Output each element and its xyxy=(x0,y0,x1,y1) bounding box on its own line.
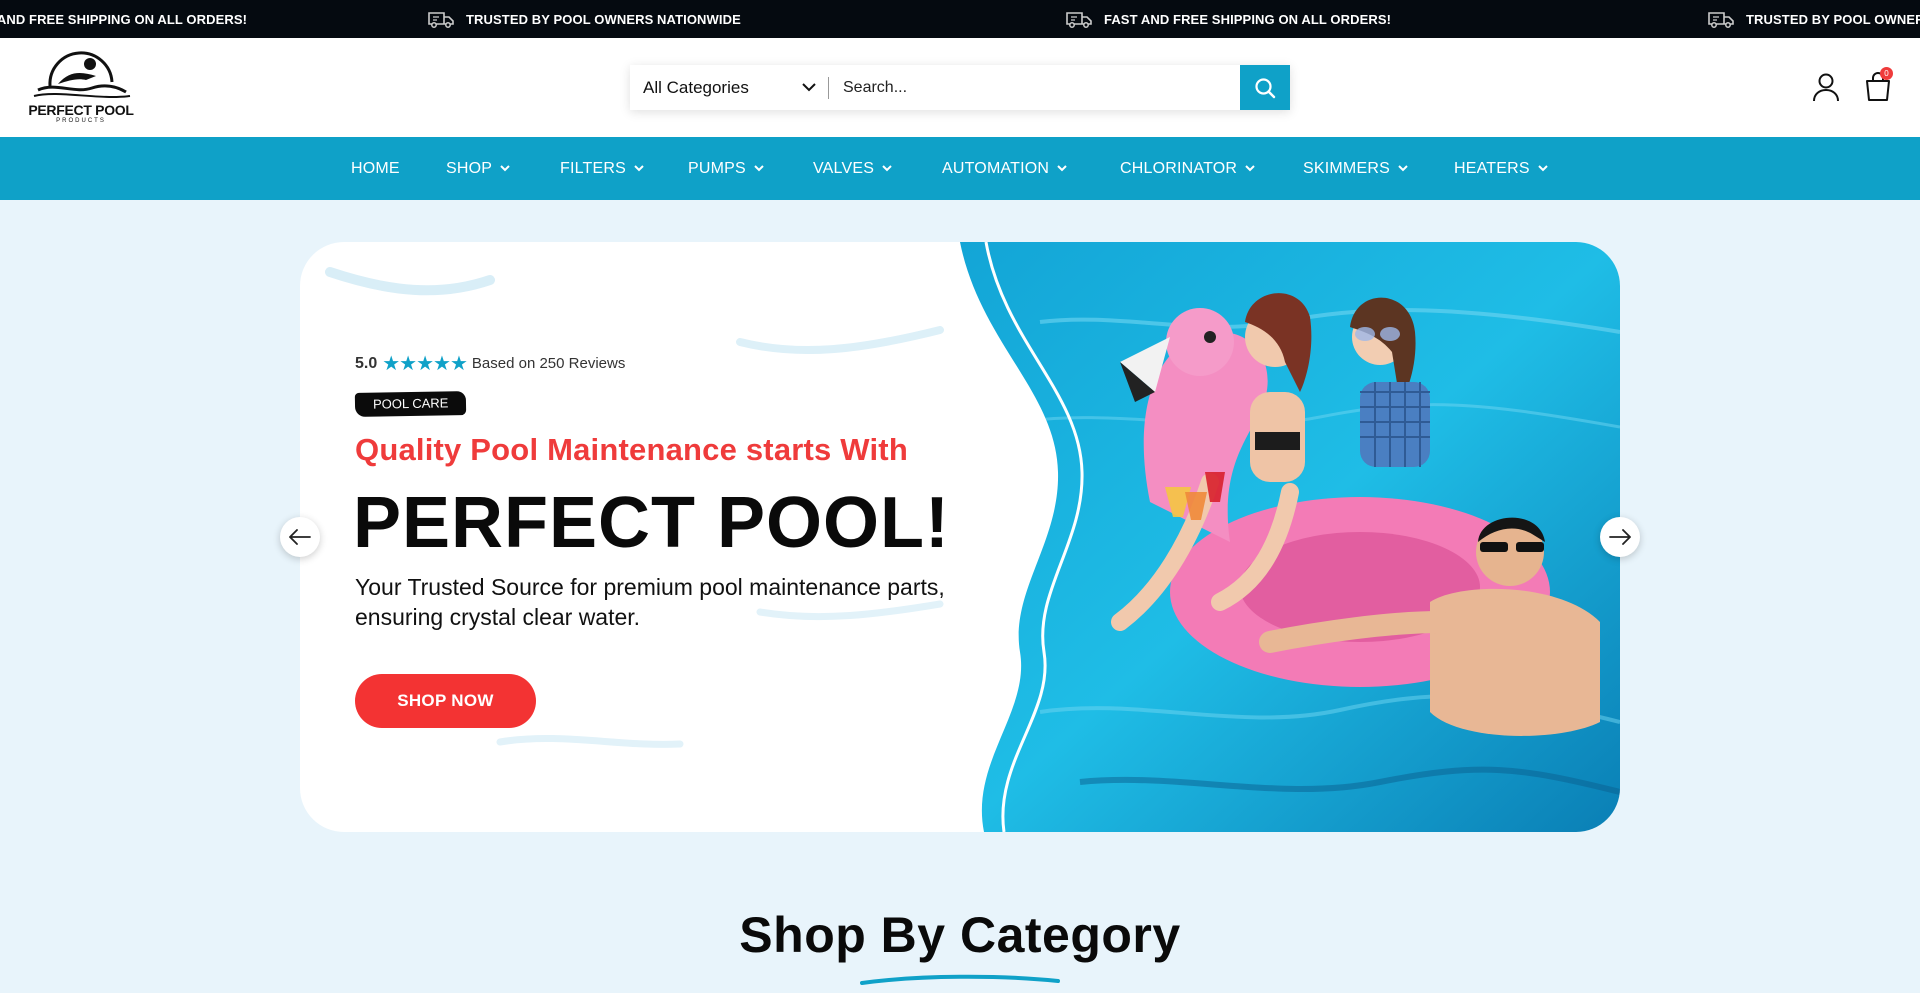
nav-item-heaters[interactable]: HEATERS xyxy=(1454,137,1548,200)
cart-count-badge: 0 xyxy=(1880,67,1893,80)
announcement-item: TRUSTED BY POOL OWNERS NATIONWIDE xyxy=(426,0,741,38)
nav-item-automation[interactable]: AUTOMATION xyxy=(942,137,1067,200)
nav-item-label: VALVES xyxy=(813,159,875,177)
search-bar: All Categories xyxy=(630,65,1290,110)
logo-mark xyxy=(33,51,131,98)
chevron-down-icon xyxy=(754,165,764,172)
section-title: Shop By Category xyxy=(739,907,1181,963)
hero-headline: PERFECT POOL! xyxy=(353,483,951,563)
announcement-text: FAST AND FREE SHIPPING ON ALL ORDERS! xyxy=(0,11,248,27)
nav-item-shop[interactable]: SHOP xyxy=(446,137,510,200)
nav-item-chlorinator[interactable]: CHLORINATOR xyxy=(1120,137,1255,200)
title-underline xyxy=(860,974,1060,985)
chevron-down-icon xyxy=(802,83,816,92)
truck-icon xyxy=(1066,12,1092,28)
star-rating-icon: ★★★★★ xyxy=(382,353,468,375)
nav-item-label: AUTOMATION xyxy=(942,159,1050,177)
nav-item-filters[interactable]: FILTERS xyxy=(560,137,644,200)
nav-item-label: CHLORINATOR xyxy=(1120,159,1238,177)
nav-item-skimmers[interactable]: SKIMMERS xyxy=(1303,137,1408,200)
hero-subheading: Quality Pool Maintenance starts With xyxy=(355,432,908,467)
main-nav: HOME SHOP FILTERS PUMPS VALVES AUTOMATIO… xyxy=(0,137,1920,200)
chevron-down-icon xyxy=(500,165,510,172)
nav-item-label: SKIMMERS xyxy=(1303,159,1390,177)
user-icon[interactable] xyxy=(1812,72,1840,102)
hero-slide: 5.0 ★★★★★ Based on 250 Reviews POOL CARE… xyxy=(300,242,1620,832)
category-select[interactable]: All Categories xyxy=(630,65,828,110)
chevron-down-icon xyxy=(1398,165,1408,172)
nav-item-label: HOME xyxy=(351,159,400,177)
site-header: PERFECT POOL PRODUCTS All Categories 0 xyxy=(0,38,1920,137)
chevron-down-icon xyxy=(882,165,892,172)
rating-score: 5.0 xyxy=(355,354,378,372)
logo[interactable]: PERFECT POOL PRODUCTS xyxy=(28,46,134,132)
chevron-down-icon xyxy=(1538,165,1548,172)
nav-item-label: SHOP xyxy=(446,159,493,177)
search-button[interactable] xyxy=(1240,65,1290,110)
nav-item-pumps[interactable]: PUMPS xyxy=(688,137,764,200)
search-icon xyxy=(1255,77,1276,98)
announcement-item: FAST AND FREE SHIPPING ON ALL ORDERS! xyxy=(0,0,247,38)
logo-name: PERFECT POOL xyxy=(28,102,134,118)
slider-prev-button[interactable] xyxy=(280,517,320,557)
announcement-text: TRUSTED BY POOL OWNERS NATIONWIDE xyxy=(1746,11,1920,27)
hero-description: Your Trusted Source for premium pool mai… xyxy=(355,574,945,630)
arrow-right-icon xyxy=(1609,529,1631,545)
rating-text: Based on 250 Reviews xyxy=(471,355,626,372)
slider-next-button[interactable] xyxy=(1600,517,1640,557)
search-input[interactable] xyxy=(829,65,1240,110)
announcement-text: FAST AND FREE SHIPPING ON ALL ORDERS! xyxy=(1104,11,1392,27)
logo-subtitle: PRODUCTS xyxy=(56,118,106,124)
chevron-down-icon xyxy=(1245,165,1255,172)
category-select-value: All Categories xyxy=(643,77,749,97)
nav-item-label: FILTERS xyxy=(560,159,627,177)
hero-image xyxy=(960,242,1620,832)
shop-now-button[interactable]: SHOP NOW xyxy=(355,674,536,728)
nav-item-valves[interactable]: VALVES xyxy=(813,137,892,200)
rating: 5.0 ★★★★★ Based on 250 Reviews xyxy=(355,351,625,376)
category-tag: POOL CARE xyxy=(354,391,467,417)
announcement-text: TRUSTED BY POOL OWNERS NATIONWIDE xyxy=(466,11,741,27)
announcement-item: FAST AND FREE SHIPPING ON ALL ORDERS! xyxy=(1064,0,1391,38)
announcement-bar: FAST AND FREE SHIPPING ON ALL ORDERS! TR… xyxy=(0,0,1920,38)
nav-item-label: HEATERS xyxy=(1454,159,1530,177)
arrow-left-icon xyxy=(289,529,311,545)
announcement-item: TRUSTED BY POOL OWNERS NATIONWIDE xyxy=(1706,0,1920,38)
chevron-down-icon xyxy=(1057,165,1067,172)
truck-icon xyxy=(428,12,454,28)
chevron-down-icon xyxy=(634,165,644,172)
nav-item-label: PUMPS xyxy=(688,159,746,177)
truck-icon xyxy=(1708,12,1734,28)
nav-item-home[interactable]: HOME xyxy=(351,137,400,200)
